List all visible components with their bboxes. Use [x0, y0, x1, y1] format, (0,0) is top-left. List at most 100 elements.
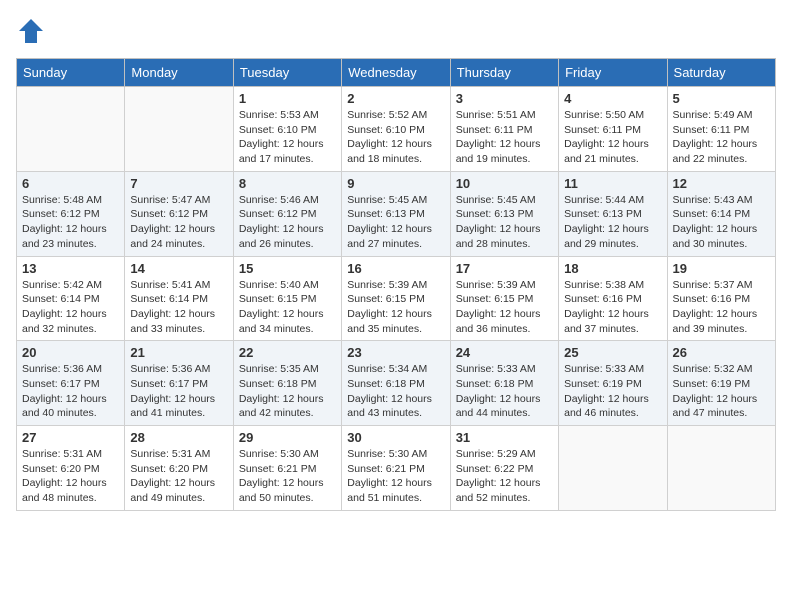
weekday-header: Thursday: [450, 59, 558, 87]
day-number: 10: [456, 176, 553, 191]
day-number: 16: [347, 261, 444, 276]
day-number: 4: [564, 91, 661, 106]
day-info: Sunrise: 5:35 AM Sunset: 6:18 PM Dayligh…: [239, 362, 336, 421]
calendar-cell: 2 Sunrise: 5:52 AM Sunset: 6:10 PM Daylig…: [342, 87, 450, 172]
day-info: Sunrise: 5:50 AM Sunset: 6:11 PM Dayligh…: [564, 108, 661, 167]
calendar-cell: 15 Sunrise: 5:40 AM Sunset: 6:15 PM Dayli…: [233, 256, 341, 341]
calendar-cell: 6 Sunrise: 5:48 AM Sunset: 6:12 PM Daylig…: [17, 171, 125, 256]
day-info: Sunrise: 5:32 AM Sunset: 6:19 PM Dayligh…: [673, 362, 770, 421]
day-number: 27: [22, 430, 119, 445]
weekday-header: Wednesday: [342, 59, 450, 87]
calendar-table: SundayMondayTuesdayWednesdayThursdayFrid…: [16, 58, 776, 511]
day-number: 13: [22, 261, 119, 276]
day-number: 3: [456, 91, 553, 106]
day-number: 7: [130, 176, 227, 191]
day-info: Sunrise: 5:36 AM Sunset: 6:17 PM Dayligh…: [130, 362, 227, 421]
day-number: 24: [456, 345, 553, 360]
calendar-cell: 16 Sunrise: 5:39 AM Sunset: 6:15 PM Dayli…: [342, 256, 450, 341]
day-number: 2: [347, 91, 444, 106]
day-info: Sunrise: 5:53 AM Sunset: 6:10 PM Dayligh…: [239, 108, 336, 167]
weekday-header: Monday: [125, 59, 233, 87]
calendar-cell: 26 Sunrise: 5:32 AM Sunset: 6:19 PM Dayli…: [667, 341, 775, 426]
calendar-cell: 13Sunrise: 5:42 AM Sunset: 6:14 PM Dayli…: [17, 256, 125, 341]
day-number: 15: [239, 261, 336, 276]
calendar-cell: 12 Sunrise: 5:43 AM Sunset: 6:14 PM Dayli…: [667, 171, 775, 256]
day-info: Sunrise: 5:46 AM Sunset: 6:12 PM Dayligh…: [239, 193, 336, 252]
calendar-cell: 3 Sunrise: 5:51 AM Sunset: 6:11 PM Daylig…: [450, 87, 558, 172]
day-number: 14: [130, 261, 227, 276]
day-number: 17: [456, 261, 553, 276]
weekday-header: Tuesday: [233, 59, 341, 87]
day-number: 30: [347, 430, 444, 445]
day-info: Sunrise: 5:31 AM Sunset: 6:20 PM Dayligh…: [130, 447, 227, 506]
day-info: Sunrise: 5:36 AM Sunset: 6:17 PM Dayligh…: [22, 362, 119, 421]
day-info: Sunrise: 5:44 AM Sunset: 6:13 PM Dayligh…: [564, 193, 661, 252]
day-number: 19: [673, 261, 770, 276]
day-number: 6: [22, 176, 119, 191]
calendar-cell: 22 Sunrise: 5:35 AM Sunset: 6:18 PM Dayli…: [233, 341, 341, 426]
calendar-cell: 11 Sunrise: 5:44 AM Sunset: 6:13 PM Dayli…: [559, 171, 667, 256]
day-info: Sunrise: 5:43 AM Sunset: 6:14 PM Dayligh…: [673, 193, 770, 252]
day-info: Sunrise: 5:51 AM Sunset: 6:11 PM Dayligh…: [456, 108, 553, 167]
calendar-cell: 28 Sunrise: 5:31 AM Sunset: 6:20 PM Dayli…: [125, 426, 233, 511]
day-number: 22: [239, 345, 336, 360]
day-number: 26: [673, 345, 770, 360]
calendar-cell: [17, 87, 125, 172]
day-info: Sunrise: 5:48 AM Sunset: 6:12 PM Dayligh…: [22, 193, 119, 252]
day-number: 31: [456, 430, 553, 445]
calendar-cell: [125, 87, 233, 172]
calendar-cell: 18 Sunrise: 5:38 AM Sunset: 6:16 PM Dayli…: [559, 256, 667, 341]
day-number: 21: [130, 345, 227, 360]
calendar-cell: 14 Sunrise: 5:41 AM Sunset: 6:14 PM Dayli…: [125, 256, 233, 341]
calendar-cell: 19 Sunrise: 5:37 AM Sunset: 6:16 PM Dayli…: [667, 256, 775, 341]
day-info: Sunrise: 5:39 AM Sunset: 6:15 PM Dayligh…: [347, 278, 444, 337]
day-number: 18: [564, 261, 661, 276]
day-number: 29: [239, 430, 336, 445]
page-header: [16, 16, 776, 46]
day-info: Sunrise: 5:45 AM Sunset: 6:13 PM Dayligh…: [347, 193, 444, 252]
calendar-cell: 27 Sunrise: 5:31 AM Sunset: 6:20 PM Dayli…: [17, 426, 125, 511]
day-info: Sunrise: 5:38 AM Sunset: 6:16 PM Dayligh…: [564, 278, 661, 337]
calendar-cell: 29 Sunrise: 5:30 AM Sunset: 6:21 PM Dayli…: [233, 426, 341, 511]
day-info: Sunrise: 5:47 AM Sunset: 6:12 PM Dayligh…: [130, 193, 227, 252]
day-info: Sunrise: 5:49 AM Sunset: 6:11 PM Dayligh…: [673, 108, 770, 167]
day-info: Sunrise: 5:52 AM Sunset: 6:10 PM Dayligh…: [347, 108, 444, 167]
calendar-cell: 1 Sunrise: 5:53 AM Sunset: 6:10 PM Daylig…: [233, 87, 341, 172]
day-number: 5: [673, 91, 770, 106]
day-info: Sunrise: 5:30 AM Sunset: 6:21 PM Dayligh…: [239, 447, 336, 506]
day-info: Sunrise: 5:31 AM Sunset: 6:20 PM Dayligh…: [22, 447, 119, 506]
calendar-cell: [559, 426, 667, 511]
day-info: Sunrise: 5:40 AM Sunset: 6:15 PM Dayligh…: [239, 278, 336, 337]
day-number: 9: [347, 176, 444, 191]
calendar-cell: 30 Sunrise: 5:30 AM Sunset: 6:21 PM Dayli…: [342, 426, 450, 511]
calendar-cell: 4 Sunrise: 5:50 AM Sunset: 6:11 PM Daylig…: [559, 87, 667, 172]
day-number: 11: [564, 176, 661, 191]
day-info: Sunrise: 5:29 AM Sunset: 6:22 PM Dayligh…: [456, 447, 553, 506]
weekday-header: Friday: [559, 59, 667, 87]
calendar-cell: 23 Sunrise: 5:34 AM Sunset: 6:18 PM Dayli…: [342, 341, 450, 426]
day-number: 20: [22, 345, 119, 360]
day-number: 25: [564, 345, 661, 360]
day-number: 8: [239, 176, 336, 191]
day-info: Sunrise: 5:34 AM Sunset: 6:18 PM Dayligh…: [347, 362, 444, 421]
day-number: 23: [347, 345, 444, 360]
weekday-header: Sunday: [17, 59, 125, 87]
day-info: Sunrise: 5:41 AM Sunset: 6:14 PM Dayligh…: [130, 278, 227, 337]
day-info: Sunrise: 5:39 AM Sunset: 6:15 PM Dayligh…: [456, 278, 553, 337]
calendar-cell: 24 Sunrise: 5:33 AM Sunset: 6:18 PM Dayli…: [450, 341, 558, 426]
day-number: 12: [673, 176, 770, 191]
day-info: Sunrise: 5:33 AM Sunset: 6:18 PM Dayligh…: [456, 362, 553, 421]
day-info: Sunrise: 5:37 AM Sunset: 6:16 PM Dayligh…: [673, 278, 770, 337]
day-info: Sunrise: 5:30 AM Sunset: 6:21 PM Dayligh…: [347, 447, 444, 506]
day-number: 28: [130, 430, 227, 445]
calendar-cell: 25Sunrise: 5:33 AM Sunset: 6:19 PM Dayli…: [559, 341, 667, 426]
calendar-cell: 8 Sunrise: 5:46 AM Sunset: 6:12 PM Daylig…: [233, 171, 341, 256]
day-number: 1: [239, 91, 336, 106]
calendar-cell: 31 Sunrise: 5:29 AM Sunset: 6:22 PM Dayli…: [450, 426, 558, 511]
calendar-cell: 7 Sunrise: 5:47 AM Sunset: 6:12 PM Daylig…: [125, 171, 233, 256]
calendar-cell: 9 Sunrise: 5:45 AM Sunset: 6:13 PM Daylig…: [342, 171, 450, 256]
weekday-header: Saturday: [667, 59, 775, 87]
calendar-cell: 5 Sunrise: 5:49 AM Sunset: 6:11 PM Daylig…: [667, 87, 775, 172]
calendar-cell: 17 Sunrise: 5:39 AM Sunset: 6:15 PM Dayli…: [450, 256, 558, 341]
day-info: Sunrise: 5:45 AM Sunset: 6:13 PM Dayligh…: [456, 193, 553, 252]
